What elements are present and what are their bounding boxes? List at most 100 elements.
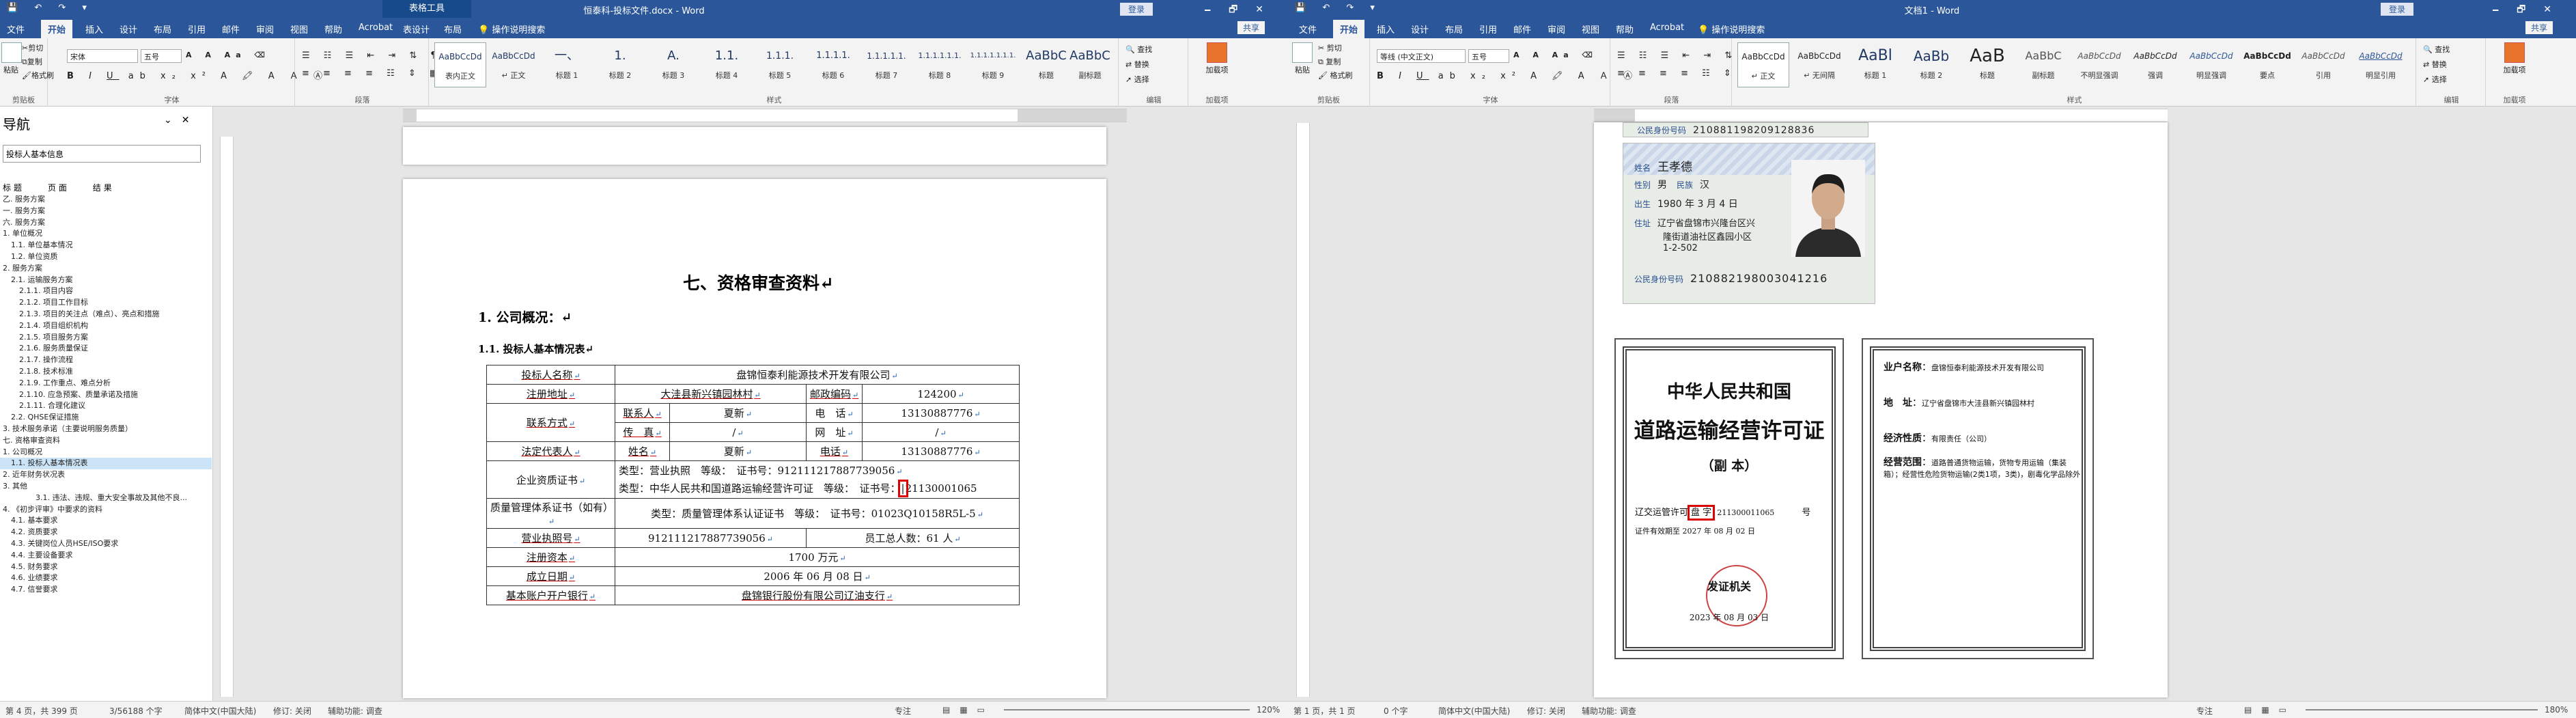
- word-count[interactable]: 3/56188 个字: [109, 705, 163, 717]
- tab-references[interactable]: 引用: [1479, 23, 1497, 36]
- transport-permit-image[interactable]: 中华人民共和国 道路运输经营许可证 （副 本） 辽交运管许可盘 字 211300…: [1614, 338, 1844, 659]
- style-heading-3[interactable]: A. 标题 3: [647, 42, 699, 87]
- table-cell[interactable]: 网 址 ↵: [806, 422, 863, 442]
- horizontal-ruler[interactable]: [1594, 109, 2168, 122]
- style-heading-6[interactable]: 1.1.1.1. 标题 6: [807, 42, 859, 87]
- cut-button[interactable]: ✂剪切: [22, 42, 43, 53]
- tab-layout[interactable]: 布局: [1445, 23, 1463, 36]
- share-button[interactable]: 共享: [2525, 21, 2553, 34]
- style-subtitle[interactable]: AaBbC 副标题: [1065, 42, 1115, 87]
- tab-acrobat[interactable]: Acrobat: [359, 23, 393, 33]
- proofing-language[interactable]: 简体中文(中国大陆): [184, 705, 256, 717]
- style-strong[interactable]: AaBbCcDd 要点: [2241, 42, 2293, 87]
- nav-tab-pages[interactable]: 页面: [48, 183, 70, 193]
- accessibility-status[interactable]: 辅助功能: 调查: [1582, 705, 1636, 717]
- login-button[interactable]: 登录: [1120, 3, 1153, 16]
- font-name-select[interactable]: 等线 (中文正文): [1377, 49, 1466, 63]
- table-cell[interactable]: 基本账户开户银行 ↵: [486, 585, 615, 605]
- select-button[interactable]: ➚ 选择: [1125, 74, 1149, 85]
- tab-acrobat[interactable]: Acrobat: [1650, 23, 1684, 33]
- font-size-buttons[interactable]: A A Aa ⌫: [1513, 51, 1598, 59]
- copy-button[interactable]: ⧉ 复制: [1318, 56, 1341, 67]
- style-title[interactable]: AaB 标题: [1961, 42, 2013, 87]
- table-cell[interactable]: 类型：营业执照 等级： 证书号：912111217887739056 ↵ 类型：中…: [614, 460, 1020, 499]
- table-cell[interactable]: 912111217887739056 ↵: [615, 528, 807, 548]
- nav-tree-item[interactable]: 4.4. 主要设备要求: [0, 550, 212, 562]
- nav-tree-item[interactable]: 七. 资格审查资料: [0, 435, 212, 447]
- nav-tree-item[interactable]: 2.2. QHSE保证措施: [0, 412, 212, 424]
- select-button[interactable]: ➚ 选择: [2423, 74, 2447, 85]
- cut-button[interactable]: ✂ 剪切: [1318, 42, 1342, 53]
- nav-tree-item[interactable]: 3.1. 违法、违规、重大安全事故及其他不良...: [0, 493, 212, 504]
- table-cell[interactable]: 类型：质量管理体系认证证书 等级： 证书号：01023Q10158R5L-5 ↵: [614, 498, 1020, 529]
- nav-tree-item[interactable]: 2.1.4. 项目组织机构: [0, 320, 212, 332]
- style-heading-4[interactable]: 1.1. 标题 4: [701, 42, 753, 87]
- tab-table-layout[interactable]: 布局: [444, 23, 462, 36]
- table-cell[interactable]: 电话 ↵: [806, 441, 863, 461]
- style-heading-5[interactable]: 1.1.1. 标题 5: [754, 42, 806, 87]
- nav-tree-item[interactable]: 4.3. 关键岗位人员HSE/ISO要求: [0, 538, 212, 550]
- table-cell[interactable]: 盘锦银行股份有限公司辽油支行 ↵: [614, 585, 1020, 605]
- nav-tree-item[interactable]: 4.6. 业绩要求: [0, 572, 212, 584]
- tab-design[interactable]: 设计: [120, 23, 137, 36]
- table-cell[interactable]: 成立日期 ↵: [486, 566, 615, 586]
- tab-file[interactable]: 文件: [7, 23, 25, 36]
- tab-review[interactable]: 审阅: [256, 23, 274, 36]
- nav-tree-item[interactable]: 2.1.2. 项目工作目标: [0, 297, 212, 309]
- table-cell[interactable]: 注册资本 ↵: [486, 547, 615, 567]
- track-changes-status[interactable]: 修订: 关闭: [273, 705, 311, 717]
- table-cell[interactable]: 2006 年 06 月 08 日 ↵: [614, 566, 1020, 586]
- nav-tree-item[interactable]: 1.2. 单位资质: [0, 251, 212, 263]
- font-size-select[interactable]: 五号: [141, 49, 182, 63]
- vertical-ruler[interactable]: [220, 137, 234, 697]
- nav-tab-results[interactable]: 结果: [93, 183, 115, 193]
- focus-mode-button[interactable]: 专注: [2196, 705, 2213, 717]
- font-size-buttons[interactable]: A A Aa ⌫: [186, 51, 270, 59]
- style-intense-quote[interactable]: AaBbCcDd 明显引用: [2353, 42, 2408, 87]
- nav-tree-item[interactable]: 4.7. 信誉要求: [0, 584, 212, 596]
- nav-tab-headings[interactable]: 标题: [3, 183, 25, 193]
- zoom-slider[interactable]: [2306, 709, 2538, 710]
- page-count[interactable]: 第 1 页，共 1 页: [1293, 705, 1356, 717]
- table-cell[interactable]: 夏新 ↵: [669, 441, 807, 461]
- view-mode-buttons[interactable]: ▤▦▭: [942, 705, 994, 715]
- nav-tree-item[interactable]: 2.1.9. 工作重点、难点分析: [0, 378, 212, 389]
- table-cell[interactable]: 员工总人数：61 人 ↵: [805, 528, 1020, 548]
- view-mode-buttons[interactable]: ▤▦▭: [2244, 705, 2296, 715]
- tab-insert[interactable]: 插入: [85, 23, 103, 36]
- tab-table-design[interactable]: 表设计: [403, 23, 430, 36]
- style-intense-emphasis[interactable]: AaBbCcDd 明显强调: [2185, 42, 2237, 87]
- nav-search-input[interactable]: 投标人基本信息: [3, 145, 201, 163]
- table-cell[interactable]: 联系人 ↵: [615, 403, 670, 423]
- word-count[interactable]: 0 个字: [1384, 705, 1408, 717]
- tab-help[interactable]: 帮助: [1616, 23, 1634, 36]
- nav-tree-item[interactable]: 2.1.5. 项目服务方案: [0, 332, 212, 344]
- nav-tree-item[interactable]: 4.1. 基本要求: [0, 515, 212, 527]
- style-heading-7[interactable]: 1.1.1.1.1. 标题 7: [860, 42, 912, 87]
- table-cell[interactable]: 盘锦恒泰利能源技术开发有限公司 ↵: [614, 365, 1020, 385]
- nav-tree-item[interactable]: 2.1.1. 项目内容: [0, 286, 212, 297]
- table-cell[interactable]: 注册地址 ↵: [486, 384, 615, 404]
- tab-insert[interactable]: 插入: [1377, 23, 1395, 36]
- style-title[interactable]: AaBbC 标题: [1020, 42, 1072, 87]
- nav-tree-item[interactable]: 1.1. 单位基本情况: [0, 240, 212, 251]
- font-format-buttons[interactable]: B I U ab x₂ x² A 🖍 A Ａ Ⓐ: [67, 68, 328, 81]
- nav-tree-item[interactable]: 3. 其他: [0, 481, 212, 493]
- table-cell[interactable]: 法定代表人 ↵: [486, 441, 615, 461]
- nav-tree-item[interactable]: 1.1. 投标人基本情况表: [0, 458, 212, 470]
- page-count[interactable]: 第 4 页，共 399 页: [5, 705, 78, 717]
- table-cell[interactable]: 质量管理体系证书（如有） ↵: [486, 498, 615, 529]
- nav-tree-item[interactable]: 2.1.11. 合理化建议: [0, 400, 212, 412]
- nav-tree-item[interactable]: 1. 公司概况: [0, 447, 212, 458]
- table-cell[interactable]: 邮政编码 ↵: [806, 384, 863, 404]
- window-controls[interactable]: 🗕🗗✕: [1204, 2, 1281, 18]
- horizontal-ruler[interactable]: [403, 109, 1127, 122]
- nav-tree-item[interactable]: 一. 服务方案: [0, 206, 212, 217]
- nav-tree-item[interactable]: 3. 技术服务承诺（主要说明服务质量）: [0, 424, 212, 435]
- nav-tree-item[interactable]: 2. 近年财务状况表: [0, 469, 212, 481]
- accessibility-status[interactable]: 辅助功能: 调查: [328, 705, 382, 717]
- tab-view[interactable]: 视图: [1582, 23, 1599, 36]
- nav-tree-item[interactable]: 六. 服务方案: [0, 217, 212, 229]
- table-cell[interactable]: 1700 万元 ↵: [614, 547, 1020, 567]
- paste-button[interactable]: 粘贴: [1292, 42, 1313, 75]
